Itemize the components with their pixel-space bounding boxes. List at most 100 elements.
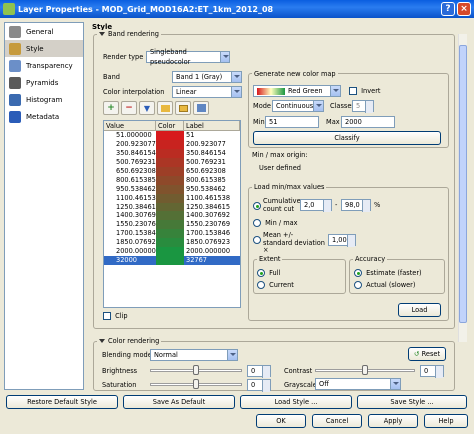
cell-label[interactable]: 650.692308: [184, 167, 240, 176]
minmax-radio-button[interactable]: [253, 219, 261, 227]
extent-current-option[interactable]: Current: [257, 281, 294, 289]
table-row[interactable]: 51.000000 51: [104, 131, 240, 140]
table-row[interactable]: 1100.461538 1100.461538: [104, 193, 240, 203]
cell-label[interactable]: 800.615385: [184, 176, 240, 185]
cell-value[interactable]: 2000.000000: [104, 247, 160, 256]
band-select[interactable]: Band 1 (Gray): [172, 71, 242, 83]
color-rendering-header[interactable]: Color rendering: [97, 337, 162, 345]
render-type-select[interactable]: Singleband pseudocolor: [146, 48, 230, 66]
cell-value[interactable]: 1850.076923: [104, 238, 160, 247]
column-header-label[interactable]: Label: [184, 121, 240, 130]
table-row[interactable]: 1700.153846 1700.153846: [104, 229, 240, 239]
cell-color[interactable]: [156, 148, 184, 158]
cell-value[interactable]: 1550.230769: [104, 220, 160, 229]
max-input[interactable]: 2000: [341, 116, 395, 128]
spin-arrows-icon[interactable]: [347, 235, 355, 247]
spin-arrows-icon[interactable]: [435, 366, 443, 378]
table-row[interactable]: 650.692308 650.692308: [104, 166, 240, 176]
cell-value[interactable]: 500.769231: [104, 158, 156, 167]
cell-color[interactable]: [156, 211, 184, 221]
cell-color[interactable]: [156, 157, 184, 167]
cell-color[interactable]: [156, 139, 184, 149]
brightness-slider-thumb[interactable]: [193, 365, 199, 375]
cell-color[interactable]: [156, 184, 184, 194]
contrast-spinbox[interactable]: 0: [420, 365, 444, 378]
cell-value[interactable]: 1250.384615: [104, 203, 160, 212]
cell-label[interactable]: 1400.307692: [184, 211, 240, 220]
cell-value[interactable]: 350.846154: [104, 149, 156, 158]
cell-label[interactable]: 32767: [184, 256, 240, 265]
cell-label[interactable]: 51: [184, 131, 240, 140]
cell-color[interactable]: [156, 247, 184, 257]
cell-label[interactable]: 500.769231: [184, 158, 240, 167]
std-spinbox[interactable]: 1,00: [328, 234, 356, 247]
contrast-slider-thumb[interactable]: [362, 365, 368, 375]
sidebar-item-pyramids[interactable]: Pyramids: [5, 74, 83, 91]
spin-arrows-icon[interactable]: [262, 366, 270, 378]
cell-label[interactable]: 1100.461538: [184, 194, 240, 203]
saturation-slider-thumb[interactable]: [193, 379, 199, 389]
save-as-default-button[interactable]: Save As Default: [123, 395, 235, 409]
collapse-icon[interactable]: [99, 339, 105, 343]
mean-radio-button[interactable]: [253, 236, 261, 244]
cell-value[interactable]: 800.615385: [104, 176, 156, 185]
cell-label[interactable]: 1250.384615: [184, 203, 240, 212]
window-title-bar[interactable]: Layer Properties - MOD_Grid_MOD16A2:ET_1…: [0, 0, 474, 18]
remove-entry-button[interactable]: −: [121, 101, 137, 115]
mean-radio[interactable]: [253, 236, 261, 244]
clip-checkbox[interactable]: [103, 312, 111, 320]
cell-color[interactable]: [156, 193, 184, 203]
cell-color[interactable]: [156, 229, 184, 239]
grayscale-select[interactable]: Off: [315, 378, 401, 390]
load-file-button[interactable]: [175, 101, 191, 115]
accuracy-estimate-option[interactable]: Estimate (faster): [354, 269, 422, 277]
restore-default-style-button[interactable]: Restore Default Style: [6, 395, 118, 409]
cell-color[interactable]: [156, 256, 184, 266]
collapse-icon[interactable]: [99, 32, 105, 36]
apply-button[interactable]: Apply: [368, 414, 418, 428]
help-button[interactable]: Help: [424, 414, 468, 428]
color-map-table[interactable]: Value Color Label 51.000000 51 200.923077 2…: [103, 120, 241, 308]
export-button[interactable]: [193, 101, 209, 115]
cell-value[interactable]: 650.692308: [104, 167, 156, 176]
scrollbar-thumb[interactable]: [459, 45, 467, 323]
cell-value[interactable]: 1400.307692: [104, 211, 160, 220]
column-header-value[interactable]: Value: [104, 121, 156, 130]
cut-high-spinbox[interactable]: 98,0: [341, 199, 371, 212]
table-row[interactable]: 1250.384615 1250.384615: [104, 202, 240, 212]
color-ramp-select[interactable]: Red Green: [253, 85, 341, 97]
spin-arrows-icon[interactable]: [262, 380, 270, 392]
classes-spinbox[interactable]: 5: [352, 100, 374, 113]
sidebar-item-histogram[interactable]: Histogram: [5, 91, 83, 108]
table-row[interactable]: 200.923077 200.923077: [104, 139, 240, 149]
classify-button[interactable]: Classify: [253, 131, 441, 145]
brightness-spinbox[interactable]: 0: [247, 365, 271, 378]
cell-color[interactable]: [156, 202, 184, 212]
cell-label[interactable]: 2000.000000: [184, 247, 240, 256]
table-row[interactable]: 2000.000000 2000.000000: [104, 247, 240, 257]
cell-color[interactable]: [156, 131, 184, 140]
spin-arrows-icon[interactable]: [362, 200, 370, 212]
cell-label[interactable]: 1550.230769: [184, 220, 240, 229]
clip-option[interactable]: Clip: [103, 312, 128, 320]
saturation-spinbox[interactable]: 0: [247, 379, 271, 392]
cell-label[interactable]: 350.846154: [184, 149, 240, 158]
column-header-color[interactable]: Color: [156, 121, 184, 130]
sidebar-item-transparency[interactable]: Transparency: [5, 57, 83, 74]
cell-color[interactable]: [156, 220, 184, 230]
sort-button[interactable]: ▼: [139, 101, 155, 115]
table-row[interactable]: 32000 32767: [104, 256, 240, 266]
band-rendering-header[interactable]: Band rendering: [97, 30, 161, 38]
cell-value[interactable]: 1700.153846: [104, 229, 160, 238]
cell-value[interactable]: 51.000000: [104, 131, 156, 140]
cell-label[interactable]: 200.923077: [184, 140, 240, 149]
table-row[interactable]: 1550.230769 1550.230769: [104, 220, 240, 230]
cell-value[interactable]: 200.923077: [104, 140, 156, 149]
accuracy-actual-option[interactable]: Actual (slower): [354, 281, 415, 289]
load-style-button[interactable]: Load Style ...: [240, 395, 352, 409]
cell-value[interactable]: 1100.461538: [104, 194, 160, 203]
invert-checkbox[interactable]: [349, 87, 357, 95]
close-window-button[interactable]: ×: [457, 2, 471, 16]
minmax-radio[interactable]: Min / max: [253, 219, 298, 227]
spin-arrows-icon[interactable]: [365, 101, 373, 113]
